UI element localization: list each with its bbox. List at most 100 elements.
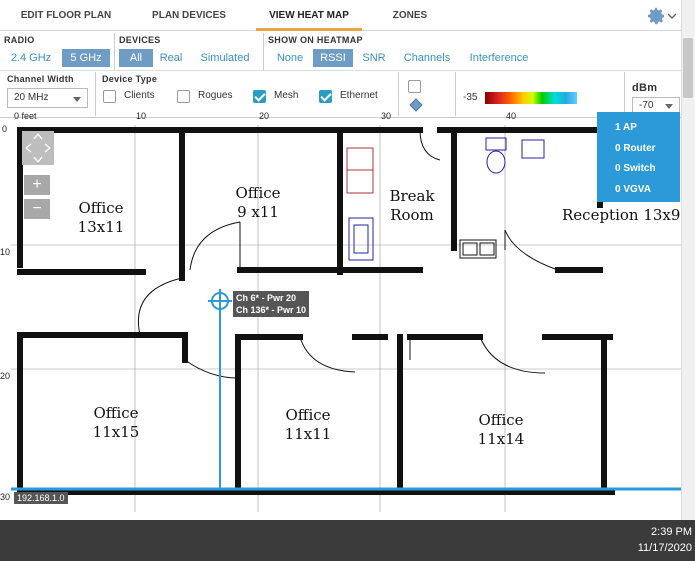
- mesh-checkbox[interactable]: [253, 90, 266, 103]
- ethernet-checkbox[interactable]: [319, 90, 332, 103]
- divider: [263, 33, 264, 70]
- tab-bar: EDIT FLOOR PLAN PLAN DEVICES VIEW HEAT M…: [0, 0, 695, 31]
- chevron-down-icon: [665, 104, 673, 109]
- legend-toggle-checkbox[interactable]: [408, 80, 421, 93]
- room-name: Office: [285, 406, 331, 424]
- ruler-top: [0, 118, 681, 125]
- room-size: 11x11: [284, 425, 332, 443]
- rssi-legend-gradient: [485, 92, 577, 104]
- device-summary-panel: 1 AP 0 Router 0 Switch 0 VGVA: [597, 112, 680, 202]
- taskbar-clock[interactable]: 2:39 PM 11/17/2020: [638, 524, 692, 556]
- room-reception: Reception 13x9: [562, 206, 682, 225]
- ruler-left: [0, 118, 11, 520]
- ruler-x-label: 30: [381, 111, 392, 121]
- dbm-label: dBm: [632, 82, 658, 94]
- ap-channel-line2: Ch 136* - Pwr 10: [236, 305, 307, 315]
- floor-plan-drawing: [11, 118, 681, 512]
- clients-label: Clients: [124, 90, 155, 101]
- heatmap-label: SHOW ON HEATMAP: [268, 35, 363, 45]
- radio-5ghz[interactable]: 5 GHz: [62, 49, 110, 67]
- room-name: Office: [93, 404, 139, 422]
- devices-simulated[interactable]: Simulated: [192, 49, 258, 67]
- room-size: Room: [390, 206, 434, 224]
- device-type-label: Device Type: [102, 74, 158, 84]
- heatmap-channels[interactable]: Channels: [397, 49, 457, 67]
- room-name: Reception 13x9: [562, 206, 681, 224]
- divider: [455, 72, 456, 116]
- summary-vgva-count: 0 VGVA: [615, 183, 651, 195]
- room-office-9x11: Office 9 x11: [220, 184, 296, 222]
- ruler-x-label: 40: [506, 111, 517, 121]
- dbm-value: -70: [639, 100, 654, 111]
- channel-width-value: 20 MHz: [14, 92, 49, 103]
- clock-date: 11/17/2020: [637, 542, 692, 554]
- summary-router-count: 0 Router: [615, 142, 656, 154]
- taskbar: 2:39 PM 11/17/2020: [0, 520, 695, 561]
- divider: [95, 72, 96, 116]
- ap-channel-line1: Ch 6* - Pwr 20: [236, 293, 297, 303]
- room-office-11x11: Office 11x11: [270, 406, 346, 444]
- zoom-in-button[interactable]: +: [24, 175, 50, 195]
- radio-label: RADIO: [4, 35, 35, 45]
- access-point-label: Ch 6* - Pwr 20 Ch 136* - Pwr 10: [233, 291, 310, 317]
- room-size: 13x11: [77, 218, 125, 236]
- devices-all[interactable]: All: [119, 49, 153, 67]
- room-office-13x11: Office 13x11: [62, 199, 140, 237]
- room-office-11x14: Office 11x14: [463, 411, 539, 449]
- room-office-11x15: Office 11x15: [76, 404, 156, 442]
- summary-ap-count: 1 AP: [615, 122, 637, 133]
- heatmap-snr[interactable]: SNR: [357, 49, 391, 67]
- tab-zones[interactable]: ZONES: [383, 0, 437, 31]
- access-point-icon[interactable]: [208, 289, 232, 313]
- heatmap-none[interactable]: None: [271, 49, 309, 67]
- legend-min-label: -35: [463, 92, 478, 103]
- room-name: Office: [78, 199, 124, 217]
- divider: [398, 72, 399, 116]
- tab-edit-floor-plan[interactable]: EDIT FLOOR PLAN: [10, 0, 122, 31]
- ruler-y-label: 20: [0, 371, 11, 381]
- ruler-x-label: 0 feet: [14, 111, 37, 121]
- devices-real[interactable]: Real: [155, 49, 187, 67]
- scrollbar-thumb[interactable]: [683, 38, 693, 98]
- settings-button[interactable]: [647, 5, 679, 27]
- ruler-x-label: 20: [259, 111, 270, 121]
- pan-arrows-icon: [25, 133, 51, 163]
- rogues-checkbox[interactable]: [177, 90, 190, 103]
- ruler-y-label: 0: [2, 124, 8, 134]
- clients-checkbox[interactable]: [103, 90, 116, 103]
- summary-switch-count: 0 Switch: [615, 163, 656, 174]
- ethernet-label: Ethernet: [340, 90, 378, 101]
- room-name: Break: [389, 187, 435, 205]
- tab-plan-devices[interactable]: PLAN DEVICES: [140, 0, 238, 31]
- clock-time: 2:39 PM: [651, 526, 692, 538]
- heatmap-interference[interactable]: Interference: [463, 49, 535, 67]
- channel-width-select[interactable]: 20 MHz: [7, 88, 88, 108]
- heatmap-rssi[interactable]: RSSI: [313, 49, 353, 67]
- pan-control[interactable]: [22, 131, 54, 165]
- mesh-label: Mesh: [274, 90, 299, 101]
- zoom-out-button[interactable]: −: [24, 199, 50, 219]
- ruler-y-label: 10: [0, 247, 11, 257]
- room-size: 9 x11: [237, 203, 279, 221]
- chevron-down-icon: [668, 13, 676, 19]
- rogues-label: Rogues: [198, 90, 233, 101]
- divider: [624, 72, 625, 116]
- radio-2-4ghz[interactable]: 2.4 GHz: [4, 49, 58, 67]
- room-size: 11x14: [477, 430, 525, 448]
- channel-width-label: Channel Width: [7, 74, 74, 84]
- diamond-icon[interactable]: [409, 98, 423, 112]
- vertical-scrollbar[interactable]: [681, 0, 695, 520]
- chevron-down-icon: [73, 97, 81, 102]
- floor-plan-map[interactable]: [0, 118, 681, 520]
- gear-icon: [648, 7, 664, 25]
- tab-view-heat-map[interactable]: VIEW HEAT MAP: [256, 0, 362, 31]
- room-name: Office: [478, 411, 524, 429]
- devices-label: DEVICES: [119, 35, 161, 45]
- ruler-x-label: 10: [136, 111, 147, 121]
- ip-address-label: 192.168.1.0: [14, 492, 68, 504]
- room-name: Office: [235, 184, 281, 202]
- room-break-room: Break Room: [380, 187, 444, 225]
- divider: [114, 33, 115, 70]
- room-size: 11x15: [92, 423, 140, 441]
- ruler-y-label: 30: [0, 492, 11, 502]
